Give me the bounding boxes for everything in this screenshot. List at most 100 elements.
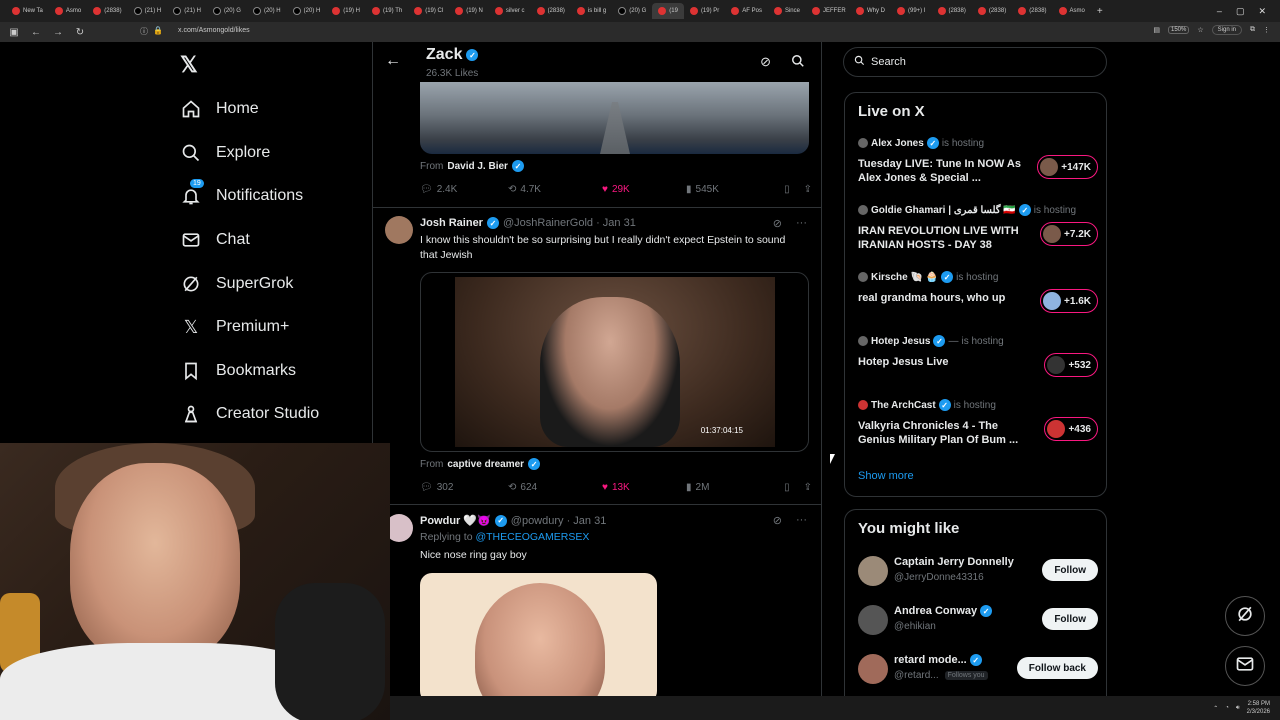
browser-tab[interactable]: (2838): [972, 3, 1012, 19]
browser-tab[interactable]: (20) G: [207, 3, 247, 19]
network-icon[interactable]: ◔: [1225, 705, 1229, 711]
suggest-name[interactable]: Captain Jerry Donnelly: [894, 556, 1014, 568]
browser-menu-icon[interactable]: ⋮: [1263, 26, 1270, 34]
sidebar-item-explore[interactable]: Explore: [180, 142, 270, 164]
bookmark-icon[interactable]: ▯: [784, 482, 790, 493]
grok-icon[interactable]: ⊘: [760, 54, 771, 73]
grok-icon[interactable]: ⊘: [773, 514, 782, 527]
grok-fab[interactable]: [1225, 596, 1265, 636]
post-video-thumbnail[interactable]: [420, 82, 809, 154]
browser-tab[interactable]: Asmo: [49, 3, 87, 19]
tray-chevron-icon[interactable]: ⌃: [1213, 705, 1218, 712]
browser-tab[interactable]: (2838): [932, 3, 972, 19]
repost-button[interactable]: ⟲ 624: [508, 482, 602, 493]
views-button[interactable]: ▮ 545K: [686, 184, 776, 195]
browser-tab[interactable]: (20) G: [612, 3, 652, 19]
browser-tab[interactable]: (20) H: [247, 3, 287, 19]
maximize-icon[interactable]: ▢: [1236, 6, 1245, 17]
browser-tab[interactable]: (2838): [87, 3, 127, 19]
browser-tab[interactable]: (19) Pr: [684, 3, 725, 19]
browser-tab[interactable]: JEFFER: [806, 3, 850, 19]
browser-tab[interactable]: (19) Th: [366, 3, 408, 19]
follow-suggestion[interactable]: Andrea Conway ✓ @ehikian Follow: [858, 603, 1098, 637]
live-listeners-pill[interactable]: +147K: [1037, 155, 1098, 179]
new-tab-icon[interactable]: +: [1091, 6, 1109, 17]
volume-icon[interactable]: 🔊︎: [1236, 705, 1240, 712]
live-listeners-pill[interactable]: +532: [1044, 353, 1098, 377]
browser-tab[interactable]: Since: [768, 3, 806, 19]
follow-suggestion[interactable]: retard mode... ✓ @retard... Follows you …: [858, 652, 1098, 686]
search-icon[interactable]: [791, 54, 805, 73]
sidebar-item-home[interactable]: Home: [180, 98, 259, 120]
grok-icon[interactable]: ⊘: [773, 217, 782, 230]
sidebar-item-supergrok[interactable]: SuperGrok: [180, 273, 293, 295]
like-button[interactable]: ♥ 13K: [602, 482, 686, 493]
live-item[interactable]: Hotep Jesus ✓ — is hosting Hotep Jesus Live…: [858, 335, 1098, 377]
more-icon[interactable]: ···: [796, 514, 807, 527]
browser-tab[interactable]: is bill g: [571, 3, 612, 19]
reload-icon[interactable]: ↻: [74, 27, 86, 38]
browser-tab[interactable]: Why D: [850, 3, 891, 19]
author-handle[interactable]: @JoshRainerGold · Jan 31: [503, 217, 636, 229]
browser-tab[interactable]: (19) Cl: [408, 3, 449, 19]
author-name[interactable]: Josh Rainer: [420, 217, 483, 229]
site-info-icon[interactable]: ⓘ: [138, 26, 150, 37]
close-window-icon[interactable]: ✕: [1258, 6, 1266, 17]
minimize-icon[interactable]: –: [1217, 6, 1222, 17]
sidebar-item-creator-studio[interactable]: Creator Studio: [180, 403, 319, 425]
show-more-link[interactable]: Show more: [858, 470, 914, 482]
views-button[interactable]: ▮ 2M: [686, 482, 776, 493]
avatar[interactable]: [858, 605, 888, 635]
browser-tab[interactable]: (21) H: [128, 3, 168, 19]
sidebar-toggle-icon[interactable]: ▣: [8, 27, 20, 38]
avatar[interactable]: [858, 654, 888, 684]
follow-button[interactable]: Follow: [1042, 608, 1098, 630]
url-field[interactable]: x.com/Asmongold/likes: [178, 27, 250, 34]
back-arrow-icon[interactable]: ←: [385, 52, 401, 70]
sidebar-item-bookmarks[interactable]: Bookmarks: [180, 360, 296, 382]
like-button[interactable]: ♥ 29K: [602, 184, 686, 195]
live-item[interactable]: Goldie Ghamari | گلسا قمری 🇮🇷 ✓ is hosting…: [858, 204, 1098, 252]
x-logo-icon[interactable]: 𝕏: [180, 52, 198, 78]
browser-tab[interactable]: silver c: [489, 3, 531, 19]
browser-tab[interactable]: (20) H: [287, 3, 327, 19]
sidebar-item-notifications[interactable]: 19 Notifications: [180, 179, 303, 207]
source-name[interactable]: captive dreamer: [447, 459, 524, 470]
repost-button[interactable]: ⟲ 4.7K: [508, 184, 602, 195]
follow-back-button[interactable]: Follow back: [1016, 657, 1098, 679]
follow-suggestion[interactable]: Captain Jerry Donnelly @JerryDonne43316 …: [858, 554, 1098, 588]
avatar[interactable]: [385, 216, 413, 244]
browser-tab[interactable]: (99+) I: [891, 3, 932, 19]
sidebar-item-premium[interactable]: 𝕏 Premium+: [180, 316, 290, 338]
browser-tab[interactable]: (21) H: [167, 3, 207, 19]
live-listeners-pill[interactable]: +7.2K: [1040, 222, 1098, 246]
browser-tab[interactable]: (2838): [531, 3, 571, 19]
follow-button[interactable]: Follow: [1042, 559, 1098, 581]
system-clock[interactable]: 2:58 PM 2/3/2026: [1247, 700, 1270, 716]
browser-tab[interactable]: (2838): [1012, 3, 1052, 19]
more-icon[interactable]: ···: [796, 217, 807, 230]
browser-tab[interactable]: New Ta: [6, 3, 49, 19]
browser-tab[interactable]: AF Pos: [725, 3, 768, 19]
star-icon[interactable]: ☆: [1197, 26, 1203, 34]
live-listeners-pill[interactable]: +436: [1044, 417, 1098, 441]
sidebar-item-chat[interactable]: Chat: [180, 229, 250, 251]
live-listeners-pill[interactable]: +1.6K: [1040, 289, 1098, 313]
share-icon[interactable]: ⇪: [804, 184, 812, 195]
search-input[interactable]: [871, 56, 1071, 68]
zoom-badge[interactable]: 150%: [1168, 26, 1190, 34]
reader-icon[interactable]: ▤: [1153, 26, 1160, 34]
bookmark-icon[interactable]: ▯: [784, 184, 790, 195]
post-image[interactable]: [420, 573, 657, 696]
share-icon[interactable]: ⇪: [804, 482, 812, 493]
avatar[interactable]: [858, 556, 888, 586]
reply-button[interactable]: 💬︎ 302: [420, 482, 508, 493]
browser-tab[interactable]: (19) H: [326, 3, 366, 19]
browser-forward-icon[interactable]: →: [52, 27, 64, 38]
messages-fab[interactable]: [1225, 646, 1265, 686]
extensions-icon[interactable]: ⧉: [1250, 26, 1255, 34]
live-item[interactable]: Alex Jones ✓ is hosting Tuesday LIVE: Tune…: [858, 137, 1098, 185]
reply-button[interactable]: 💬︎ 2.4K: [420, 184, 508, 195]
browser-tab[interactable]: (19: [652, 3, 684, 19]
reply-target-link[interactable]: @THECEOGAMERSEX: [475, 531, 589, 543]
